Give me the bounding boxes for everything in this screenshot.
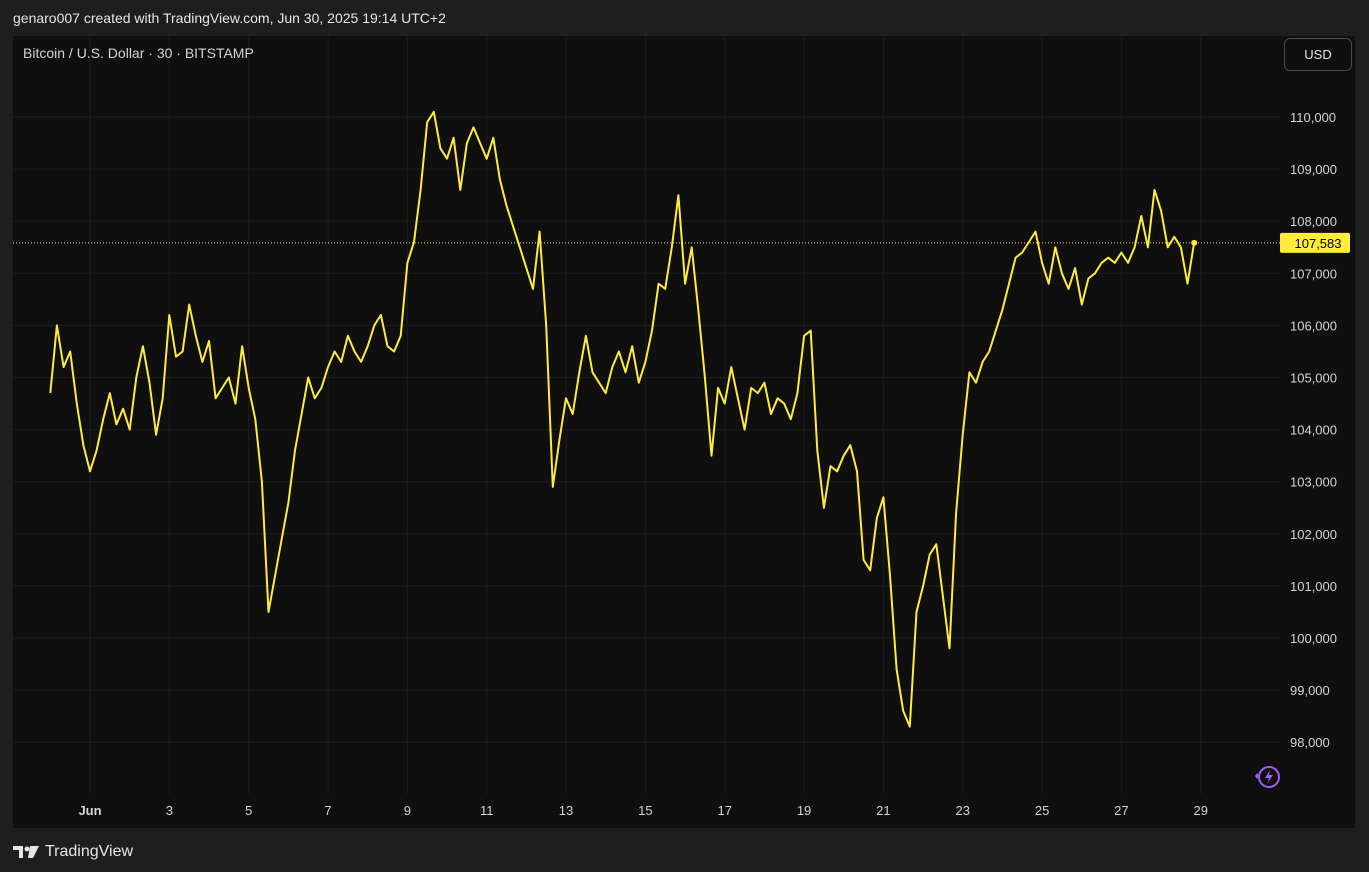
x-tick-label: 19 <box>797 803 811 818</box>
x-tick-label: 23 <box>956 803 970 818</box>
y-tick-label: 101,000 <box>1290 579 1337 594</box>
price-chart[interactable]: 98,000 99,000 100,000 101,000 102,000 103,000… <box>0 0 1369 872</box>
y-tick-label: 107,000 <box>1290 266 1337 281</box>
x-tick-label: 17 <box>717 803 731 818</box>
y-tick-label: 106,000 <box>1290 318 1337 333</box>
y-tick-label: 98,000 <box>1290 735 1330 750</box>
currency-button[interactable]: USD <box>1284 38 1352 71</box>
y-tick-label: 100,000 <box>1290 631 1337 646</box>
y-tick-label: 108,000 <box>1290 214 1337 229</box>
y-tick-label: 102,000 <box>1290 527 1337 542</box>
x-tick-label: 11 <box>480 803 494 818</box>
y-tick-label: 105,000 <box>1290 371 1337 386</box>
last-price-dot <box>1191 239 1198 246</box>
x-tick-label: Jun <box>78 803 101 818</box>
x-tick-label: 21 <box>876 803 890 818</box>
tradingview-logo-icon <box>13 846 39 858</box>
x-tick-label: 25 <box>1035 803 1049 818</box>
svg-text:107,583: 107,583 <box>1295 236 1342 251</box>
x-tick-label: 5 <box>245 803 252 818</box>
x-tick-label: 27 <box>1114 803 1128 818</box>
y-tick-label: 99,000 <box>1290 683 1330 698</box>
y-tick-label: 110,000 <box>1290 110 1336 125</box>
last-price-tag: 107,583 <box>1280 232 1350 253</box>
y-tick-label: 103,000 <box>1290 475 1337 490</box>
x-tick-label: 29 <box>1194 803 1208 818</box>
chart-title: Bitcoin / U.S. Dollar · 30 · BITSTAMP <box>23 45 254 61</box>
y-tick-label: 109,000 <box>1290 162 1337 177</box>
x-axis-labels: Jun 3 5 7 9 11 13 15 17 19 21 23 25 27 29 <box>78 803 1208 818</box>
x-tick-label: 15 <box>638 803 652 818</box>
x-tick-label: 7 <box>324 803 331 818</box>
y-tick-label: 104,000 <box>1290 423 1337 438</box>
chart-background <box>13 36 1355 828</box>
footer: TradingView <box>13 840 133 864</box>
x-tick-label: 13 <box>559 803 573 818</box>
x-tick-label: 3 <box>166 803 173 818</box>
x-tick-label: 9 <box>404 803 411 818</box>
footer-brand: TradingView <box>45 843 134 860</box>
